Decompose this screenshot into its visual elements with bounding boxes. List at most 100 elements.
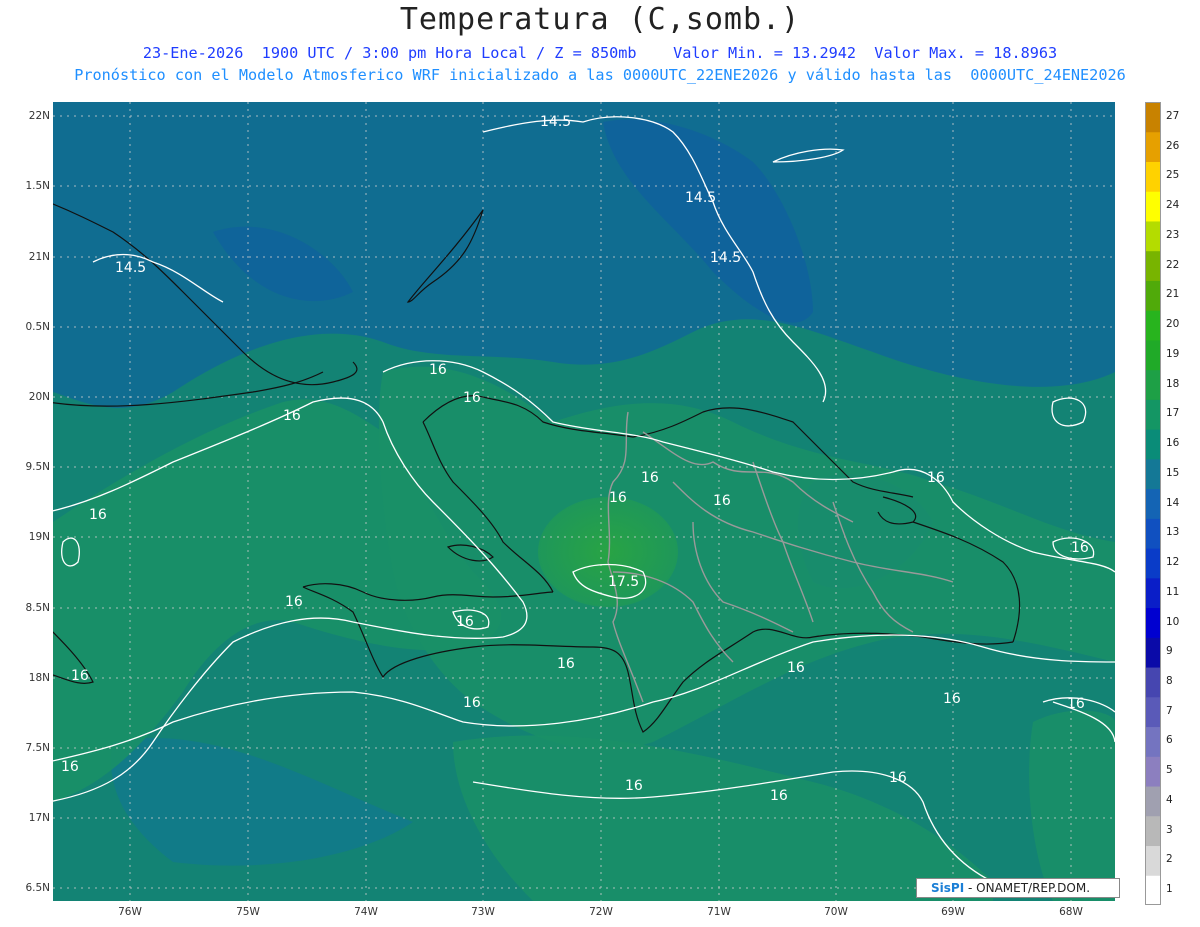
credit-text: - ONAMET/REP.DOM. xyxy=(968,881,1091,895)
lon-label: 72W xyxy=(589,906,613,918)
colorbar-label: 7 xyxy=(1166,704,1173,717)
contour-label: 16 xyxy=(787,660,805,676)
colorbar-label: 24 xyxy=(1166,199,1180,212)
lon-label: 76W xyxy=(118,906,142,918)
colorbar-swatch xyxy=(1145,250,1161,281)
colorbar-swatch xyxy=(1145,191,1161,222)
colorbar-swatch xyxy=(1145,220,1161,252)
contour-label: 16 xyxy=(463,695,481,711)
colorbar-swatch xyxy=(1145,756,1161,787)
lat-label: 6.5N xyxy=(25,882,50,894)
colorbar-swatch xyxy=(1145,429,1161,460)
lat-label: 19N xyxy=(28,531,50,543)
contour-label: 16 xyxy=(89,507,107,523)
map-title: Temperatura (C,somb.) xyxy=(399,2,801,37)
contour-label: 14.5 xyxy=(710,250,741,266)
colorbar-swatch xyxy=(1145,458,1161,490)
temperature-map: 14.5 14.5 14.5 14.5 16 16 16 16 16 16 16… xyxy=(53,102,1115,901)
sispi-logo: SisPI xyxy=(931,881,965,895)
colorbar-swatch xyxy=(1145,310,1161,341)
contour-label: 16 xyxy=(770,788,788,804)
colorbar-label: 25 xyxy=(1166,169,1180,182)
colorbar-label: 19 xyxy=(1166,347,1180,360)
lat-label: 21N xyxy=(28,251,50,263)
lon-label: 70W xyxy=(824,906,848,918)
cool-region-north xyxy=(53,102,1115,408)
contour-label: 16 xyxy=(285,594,303,610)
lat-label: 18N xyxy=(28,672,50,684)
lat-label: 20N xyxy=(28,391,50,403)
lon-label: 73W xyxy=(471,906,495,918)
colorbar-label: 9 xyxy=(1166,645,1173,658)
lat-label: 7.5N xyxy=(25,742,50,754)
colorbar-swatch xyxy=(1145,637,1161,668)
colorbar-label: 22 xyxy=(1166,258,1180,271)
colorbar-label: 1 xyxy=(1166,883,1173,896)
colorbar-swatch xyxy=(1145,131,1161,162)
contour-label: 16 xyxy=(456,614,474,630)
contour-label: 16 xyxy=(463,390,481,406)
contour-label: 16 xyxy=(71,668,89,684)
colorbar-swatch xyxy=(1145,399,1161,430)
contour-label: 16 xyxy=(943,691,961,707)
colorbar-swatch xyxy=(1145,280,1161,311)
colorbar-swatch xyxy=(1145,845,1161,876)
contour-label: 16 xyxy=(429,362,447,378)
lon-label: 68W xyxy=(1059,906,1083,918)
colorbar-label: 15 xyxy=(1166,466,1180,479)
contour-label: 16 xyxy=(61,759,79,775)
colorbar-swatch xyxy=(1145,696,1161,728)
colorbar-swatch xyxy=(1145,339,1161,371)
colorbar-label: 27 xyxy=(1166,109,1180,122)
lat-label: 1.5N xyxy=(25,180,50,192)
lon-label: 74W xyxy=(354,906,378,918)
lon-label: 71W xyxy=(707,906,731,918)
colorbar-label: 5 xyxy=(1166,764,1173,777)
contour-label: 16 xyxy=(625,778,643,794)
colorbar-swatch xyxy=(1145,726,1161,757)
colorbar-label: 11 xyxy=(1166,585,1180,598)
colorbar-swatch xyxy=(1145,518,1161,549)
colorbar-label: 18 xyxy=(1166,377,1180,390)
contour-label: 16 xyxy=(609,490,627,506)
model-info-line: Pronóstico con el Modelo Atmosferico WRF… xyxy=(74,66,1126,84)
contour-label: 14.5 xyxy=(685,190,716,206)
lat-label: 17N xyxy=(28,812,50,824)
colorbar-label: 8 xyxy=(1166,674,1173,687)
lat-label: 9.5N xyxy=(25,461,50,473)
lat-label: 8.5N xyxy=(25,602,50,614)
colorbar-swatch xyxy=(1145,369,1161,400)
colorbar-label: 21 xyxy=(1166,288,1180,301)
colorbar-label: 26 xyxy=(1166,139,1180,152)
colorbar-label: 2 xyxy=(1166,853,1173,866)
contour-label: 16 xyxy=(713,493,731,509)
colorbar-label: 12 xyxy=(1166,556,1180,568)
colorbar-label: 14 xyxy=(1166,496,1180,509)
lat-label: 0.5N xyxy=(25,321,50,333)
colorbar-label: 3 xyxy=(1166,823,1173,836)
colorbar-swatch xyxy=(1145,815,1161,847)
colorbar-label: 6 xyxy=(1166,734,1173,747)
colorbar-swatch xyxy=(1145,875,1161,905)
contour-label: 16 xyxy=(283,408,301,424)
colorbar-swatch xyxy=(1145,577,1161,609)
lon-label: 69W xyxy=(941,906,965,918)
colorbar-label: 13 xyxy=(1166,526,1180,539)
contour-label: 16 xyxy=(1071,540,1089,556)
contour-label: 16 xyxy=(641,470,659,486)
colorbar-swatch xyxy=(1145,488,1161,519)
colorbar-swatch xyxy=(1145,786,1161,817)
colorbar-label: 10 xyxy=(1166,615,1180,628)
contour-label: 16 xyxy=(889,770,907,786)
colorbar-swatch xyxy=(1145,161,1161,192)
contour-label: 14.5 xyxy=(115,260,146,276)
contour-label: 16 xyxy=(927,470,945,486)
colorbar-swatch xyxy=(1145,667,1161,698)
contour-label: 14.5 xyxy=(540,114,571,130)
colorbar-label: 20 xyxy=(1166,318,1180,331)
colorbar-swatch xyxy=(1145,548,1161,579)
colorbar-label: 23 xyxy=(1166,228,1180,241)
lon-label: 75W xyxy=(236,906,260,918)
contour-label: 16 xyxy=(557,656,575,672)
colorbar-swatch xyxy=(1145,607,1161,638)
